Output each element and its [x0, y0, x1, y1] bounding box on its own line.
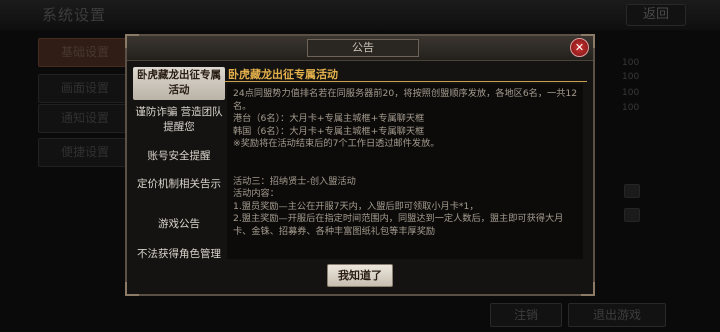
close-icon[interactable]: ✕	[570, 38, 589, 57]
announcement-dialog: 公告 ✕ 卧虎藏龙出征专属活动 谨防诈骗 营造团队提醒您 账号安全提醒 定价机制…	[125, 34, 595, 296]
title-divider	[225, 81, 587, 82]
tab-game-notice[interactable]: 游戏公告	[133, 217, 225, 232]
dialog-title: 公告	[307, 39, 419, 57]
announcement-content[interactable]: 24点同盟势力值排名若在同服务器前20，将按照创盟顺序发放，各地区6名，一共12…	[227, 84, 583, 259]
tab-anti-fraud[interactable]: 谨防诈骗 营造团队提醒您	[133, 105, 225, 135]
tab-illegal-roles[interactable]: 不法获得角色管理	[133, 247, 225, 261]
content-line: 活动内容：	[233, 188, 279, 199]
corner-ornament	[581, 282, 595, 296]
ok-button[interactable]: 我知道了	[327, 264, 393, 287]
content-line: 24点同盟势力值排名若在同服务器前20，将按照创盟顺序发放，各地区6名，一共12…	[233, 88, 578, 112]
content-line: 韩国（6名）：大月卡+专属主城框+专属聊天框	[233, 125, 425, 137]
content-line: 2.盟主奖励—开服后在指定时间范围内，同盟达到一定人数后，盟主即可获得大月卡、金…	[233, 213, 564, 237]
content-line: ※奖励将在活动结束后的7个工作日透过邮件发放。	[233, 138, 440, 149]
content-line	[233, 151, 579, 164]
content-line: 1.盟员奖励—主公在开服7天内，入盟后即可领取小月卡*1，	[233, 200, 479, 212]
content-line: 活动三：招纳贤士-创入盟活动	[233, 175, 356, 187]
announcement-text: 24点同盟势力值排名若在同服务器前20，将按照创盟顺序发放，各地区6名，一共12…	[233, 88, 579, 238]
tab-account-security[interactable]: 账号安全提醒	[133, 149, 225, 164]
content-line: 港台（6名）：大月卡+专属主城框+专属聊天框	[233, 113, 425, 124]
announcement-tabs: 卧虎藏龙出征专属活动 谨防诈骗 营造团队提醒您 账号安全提醒 定价机制相关告示 …	[133, 63, 225, 261]
dialog-header: 公告 ✕	[127, 36, 593, 61]
corner-ornament	[125, 282, 139, 296]
content-line	[233, 163, 579, 176]
content-title: 卧虎藏龙出征专属活动	[228, 68, 338, 81]
tab-event[interactable]: 卧虎藏龙出征专属活动	[133, 67, 225, 100]
tab-pricing[interactable]: 定价机制相关告示	[133, 177, 225, 192]
